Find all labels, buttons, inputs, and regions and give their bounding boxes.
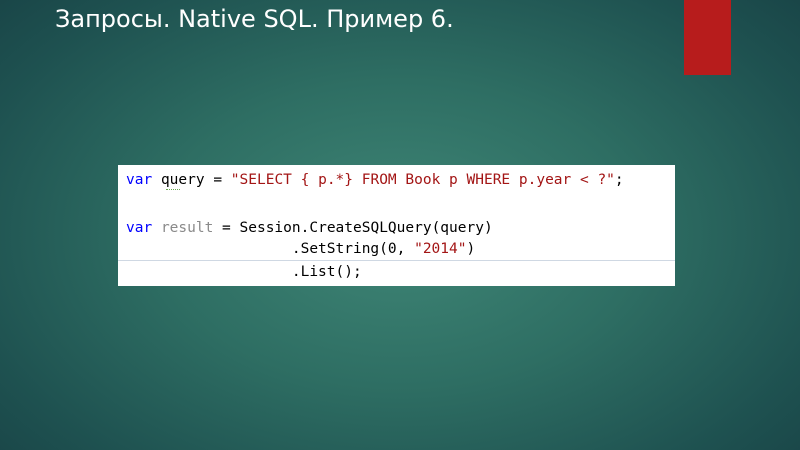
code-line-3: var result = Session.CreateSQLQuery(quer… bbox=[126, 218, 493, 238]
keyword: var bbox=[126, 172, 153, 188]
statement-end: ; bbox=[614, 172, 624, 188]
operator: = bbox=[204, 172, 231, 188]
slide-title: Запросы. Native SQL. Пример 6. bbox=[55, 5, 454, 33]
code-snippet: var query = "SELECT { p.*} FROM Book p W… bbox=[118, 165, 675, 286]
slide: Запросы. Native SQL. Пример 6. var query… bbox=[0, 0, 800, 450]
code-line-5: .List(); bbox=[126, 262, 362, 282]
method-call: .SetString(0, bbox=[126, 241, 415, 257]
code-line-4: .SetString(0, "2014") bbox=[126, 239, 475, 259]
identifier-unused: result bbox=[160, 220, 214, 236]
call-end: ) bbox=[466, 241, 476, 257]
squiggle-marker bbox=[166, 186, 180, 190]
code-line-1: var query = "SELECT { p.*} FROM Book p W… bbox=[126, 170, 624, 190]
method-call: .List(); bbox=[126, 264, 362, 280]
keyword: var bbox=[126, 220, 153, 236]
expression: = Session.CreateSQLQuery(query) bbox=[213, 220, 493, 236]
string-literal: "2014" bbox=[414, 241, 467, 257]
string-literal: "SELECT { p.*} FROM Book p WHERE p.year … bbox=[230, 172, 615, 188]
accent-bar bbox=[684, 0, 731, 75]
